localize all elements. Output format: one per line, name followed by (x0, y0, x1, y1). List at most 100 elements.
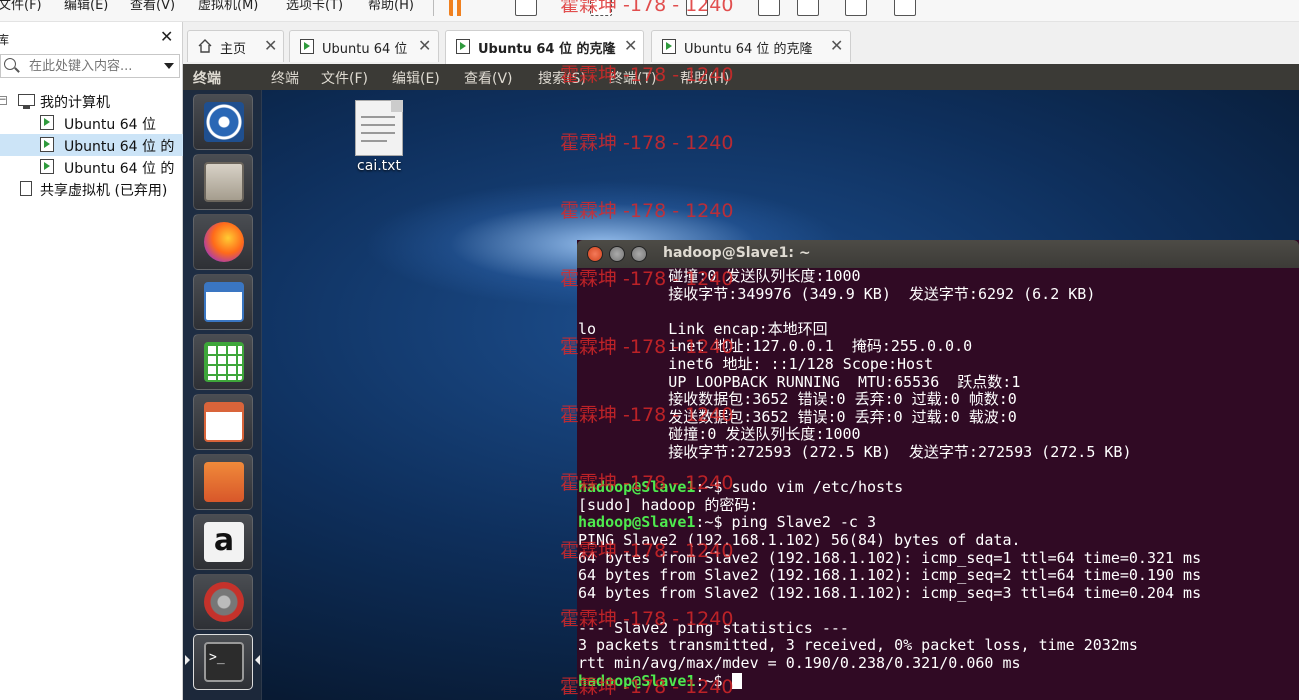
launcher-amazon[interactable]: a (193, 514, 253, 570)
tree-item-label: Ubuntu 64 位 的 (64, 161, 175, 177)
console-icon[interactable] (845, 0, 867, 16)
text-line (361, 132, 395, 134)
tab-vm-clone[interactable]: Ubuntu 64 位 的克隆 ✕ (651, 30, 851, 62)
terminal-line: hadoop@Slave1:~$ (578, 671, 1299, 691)
search-input[interactable] (29, 57, 155, 75)
writer-icon (204, 282, 244, 322)
terminal-titlebar[interactable]: hadoop@Slave1: ~ (577, 240, 1299, 268)
close-icon[interactable]: ✕ (160, 27, 173, 46)
terminal-line: hadoop@Slave1:~$ ping Slave2 -c 3 (578, 514, 1299, 532)
library-pane: 库 ✕ − 我的计算机 Ubuntu 64 位 Ubuntu 64 位 的 Ub… (0, 22, 183, 700)
dropdown-arrow-icon[interactable] (164, 63, 174, 69)
menu-file[interactable]: 文件(F) (0, 0, 42, 13)
terminal-line: 64 bytes from Slave2 (192.168.1.102): ic… (578, 566, 1299, 585)
ubuntu-logo-icon (204, 102, 244, 142)
tab-vm-clone-active[interactable]: Ubuntu 64 位 的克隆 ✕ (445, 30, 644, 64)
launcher-files[interactable] (193, 154, 253, 210)
close-icon[interactable]: ✕ (418, 36, 431, 55)
focus-indicator-icon (255, 655, 260, 665)
terminal-line-text: inet 地址:127.0.0.1 掩码:255.0.0.0 (578, 337, 973, 356)
guest-menu-edit[interactable]: 编辑(E) (392, 68, 440, 88)
vm-icon (40, 159, 54, 174)
launcher-impress[interactable] (193, 394, 253, 450)
fullscreen-icon[interactable] (686, 0, 708, 16)
menu-tabs[interactable]: 选项卡(T) (286, 0, 343, 13)
launcher-software-center[interactable] (193, 454, 253, 510)
terminal-line: rtt min/avg/max/mdev = 0.190/0.238/0.321… (578, 654, 1299, 673)
collapse-icon[interactable]: − (0, 96, 7, 105)
launcher-settings[interactable] (193, 574, 253, 630)
terminal-line-text: 接收字节:272593 (272.5 KB) 发送字节:272593 (272.… (578, 442, 1132, 461)
library-header: 库 ✕ (0, 27, 183, 49)
terminal-line-text: 接收数据包:3652 错误:0 丢弃:0 过载:0 帧数:0 (578, 390, 1017, 409)
terminal-prompt: hadoop@Slave1 (578, 513, 696, 532)
close-icon[interactable]: ✕ (264, 36, 277, 55)
send-keys-icon[interactable] (515, 0, 537, 16)
menu-vm[interactable]: 虚拟机(M) (198, 0, 258, 13)
guest-menu-help[interactable]: 帮助(H) (680, 68, 729, 88)
terminal-line-text: :~$ ping Slave2 -c 3 (695, 513, 877, 532)
maximize-window-icon[interactable] (631, 246, 647, 262)
terminal-window[interactable]: hadoop@Slave1: ~ 碰撞:0 发送队列长度:1000 接收字节:3… (577, 240, 1299, 700)
terminal-output[interactable]: 碰撞:0 发送队列长度:1000 接收字节:349976 (349.9 KB) … (577, 268, 1299, 700)
snapshot-icon[interactable] (590, 0, 612, 16)
terminal-line: lo Link encap:本地环回 (578, 319, 1299, 339)
close-icon[interactable]: ✕ (830, 36, 843, 55)
minimize-window-icon[interactable] (609, 246, 625, 262)
unity-icon[interactable] (758, 0, 780, 16)
guest-menu-view[interactable]: 查看(V) (464, 68, 513, 88)
close-icon[interactable]: ✕ (624, 36, 637, 55)
tree-item-label: 共享虚拟机 (已弃用) (40, 183, 168, 199)
tree-item-vm-clone[interactable]: Ubuntu 64 位 的 (0, 134, 183, 156)
terminal-line-text: 碰撞:0 发送队列长度:1000 (578, 425, 861, 444)
terminal-line-text: PING Slave2 (192.168.1.102) 56(84) bytes… (578, 530, 1021, 549)
tree-item-vm-clone[interactable]: Ubuntu 64 位 的 (0, 156, 183, 178)
desktop-file[interactable]: cai.txt (351, 100, 407, 180)
desktop-file-name: cai.txt (357, 158, 401, 174)
launcher-dash[interactable] (193, 94, 253, 150)
menu-edit[interactable]: 编辑(E) (64, 0, 108, 13)
guest-menu-file[interactable]: 文件(F) (321, 68, 368, 88)
chevron-down-icon[interactable]: ▾ (926, 0, 931, 3)
tree-item-vm[interactable]: Ubuntu 64 位 (0, 112, 183, 134)
app-name: 终端 (193, 71, 221, 87)
terminal-line: inet6 地址: ::1/128 Scope:Host (578, 355, 1299, 374)
guest-display[interactable]: 终端 终端 文件(F) 编辑(E) 查看(V) 搜索(S) 终端(T) 帮助(H… (183, 64, 1299, 700)
menu-help[interactable]: 帮助(H) (368, 0, 414, 13)
launcher-terminal[interactable]: >_ (193, 634, 253, 690)
tree-item-my-computer[interactable]: − 我的计算机 (0, 90, 183, 112)
terminal-prompt: hadoop@Slave1 (578, 478, 696, 497)
tab-home[interactable]: 主页 ✕ (187, 30, 284, 62)
guest-menu-search[interactable]: 搜索(S) (538, 68, 586, 88)
tree-item-label: 我的计算机 (40, 95, 110, 111)
text-file-icon (355, 100, 403, 156)
text-line (361, 116, 395, 118)
vm-icon (300, 39, 314, 54)
tab-strip: 主页 ✕ Ubuntu 64 位 ✕ Ubuntu 64 位 的克隆 ✕ Ubu… (183, 22, 1299, 64)
view-icon[interactable] (797, 0, 819, 16)
guest-menu-terminal[interactable]: 终端 (271, 68, 299, 88)
guest-menu-terminal-t[interactable]: 终端(T) (609, 68, 656, 88)
library-search[interactable] (0, 54, 180, 78)
terminal-line-text: lo Link encap:本地环回 (578, 319, 828, 338)
screen: 文件(F) 编辑(E) 查看(V) 虚拟机(M) 选项卡(T) 帮助(H) ▾ … (0, 0, 1299, 700)
launcher-writer[interactable] (193, 274, 253, 330)
terminal-line: PING Slave2 (192.168.1.102) 56(84) bytes… (578, 530, 1299, 550)
menu-view[interactable]: 查看(V) (130, 0, 175, 13)
tree-item-shared-vms[interactable]: 共享虚拟机 (已弃用) (0, 178, 183, 200)
calc-icon (204, 342, 244, 382)
terminal-line: inet 地址:127.0.0.1 掩码:255.0.0.0 (578, 338, 1299, 356)
terminal-prompt: hadoop@Slave1 (578, 671, 696, 690)
launcher-firefox[interactable] (193, 214, 253, 270)
firefox-icon (204, 222, 244, 262)
shopping-bag-icon (204, 462, 244, 502)
terminal-line: 64 bytes from Slave2 (192.168.1.102): ic… (578, 549, 1299, 568)
launcher-calc[interactable] (193, 334, 253, 390)
pause-icon[interactable] (449, 0, 463, 16)
tab-vm[interactable]: Ubuntu 64 位 ✕ (289, 30, 439, 62)
stretch-icon[interactable] (894, 0, 916, 16)
chevron-down-icon[interactable]: ▾ (476, 0, 481, 3)
close-window-icon[interactable] (587, 246, 603, 262)
terminal-line: 碰撞:0 发送队列长度:1000 (578, 426, 1299, 444)
